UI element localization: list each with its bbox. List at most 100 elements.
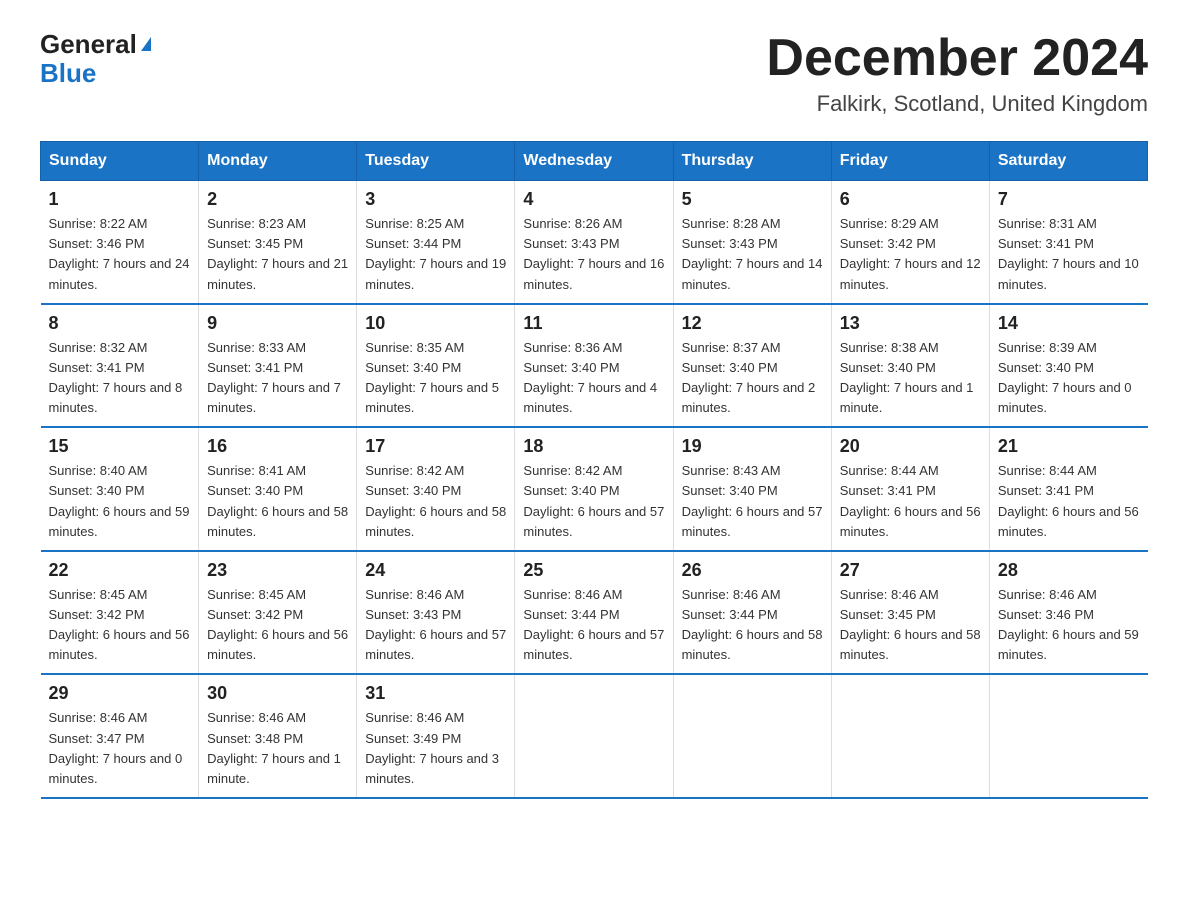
- day-number: 27: [840, 560, 981, 581]
- day-number: 18: [523, 436, 664, 457]
- day-number: 4: [523, 189, 664, 210]
- calendar-day-empty: [831, 674, 989, 798]
- calendar-day-4: 4 Sunrise: 8:26 AMSunset: 3:43 PMDaylight…: [515, 181, 673, 304]
- logo: General Blue: [40, 30, 151, 87]
- logo-triangle-icon: [141, 37, 151, 51]
- col-header-wednesday: Wednesday: [515, 142, 673, 181]
- day-info: Sunrise: 8:44 AMSunset: 3:41 PMDaylight:…: [998, 461, 1140, 542]
- logo-blue: Blue: [40, 59, 96, 88]
- day-number: 10: [365, 313, 506, 334]
- day-info: Sunrise: 8:43 AMSunset: 3:40 PMDaylight:…: [682, 461, 823, 542]
- page-header: General Blue December 2024 Falkirk, Scot…: [40, 30, 1148, 117]
- col-header-sunday: Sunday: [41, 142, 199, 181]
- calendar-day-7: 7 Sunrise: 8:31 AMSunset: 3:41 PMDaylight…: [989, 181, 1147, 304]
- day-number: 22: [49, 560, 191, 581]
- day-number: 17: [365, 436, 506, 457]
- day-info: Sunrise: 8:42 AMSunset: 3:40 PMDaylight:…: [523, 461, 664, 542]
- day-number: 7: [998, 189, 1140, 210]
- calendar-day-3: 3 Sunrise: 8:25 AMSunset: 3:44 PMDaylight…: [357, 181, 515, 304]
- calendar-day-30: 30Sunrise: 8:46 AMSunset: 3:48 PMDayligh…: [199, 674, 357, 798]
- day-info: Sunrise: 8:44 AMSunset: 3:41 PMDaylight:…: [840, 461, 981, 542]
- day-number: 24: [365, 560, 506, 581]
- day-info: Sunrise: 8:42 AMSunset: 3:40 PMDaylight:…: [365, 461, 506, 542]
- col-header-tuesday: Tuesday: [357, 142, 515, 181]
- calendar-week-row: 15 Sunrise: 8:40 AMSunset: 3:40 PMDayligh…: [41, 427, 1148, 551]
- calendar-day-8: 8 Sunrise: 8:32 AMSunset: 3:41 PMDaylight…: [41, 304, 199, 428]
- day-info: Sunrise: 8:38 AMSunset: 3:40 PMDaylight:…: [840, 338, 981, 419]
- day-info: Sunrise: 8:37 AMSunset: 3:40 PMDaylight:…: [682, 338, 823, 419]
- day-info: Sunrise: 8:45 AMSunset: 3:42 PMDaylight:…: [207, 585, 348, 666]
- calendar-day-12: 12 Sunrise: 8:37 AMSunset: 3:40 PMDayligh…: [673, 304, 831, 428]
- calendar-day-24: 24 Sunrise: 8:46 AMSunset: 3:43 PMDayligh…: [357, 551, 515, 675]
- calendar-day-27: 27Sunrise: 8:46 AMSunset: 3:45 PMDayligh…: [831, 551, 989, 675]
- calendar-day-9: 9 Sunrise: 8:33 AMSunset: 3:41 PMDaylight…: [199, 304, 357, 428]
- calendar-day-11: 11Sunrise: 8:36 AMSunset: 3:40 PMDayligh…: [515, 304, 673, 428]
- day-info: Sunrise: 8:46 AMSunset: 3:46 PMDaylight:…: [998, 585, 1140, 666]
- calendar-day-18: 18 Sunrise: 8:42 AMSunset: 3:40 PMDayligh…: [515, 427, 673, 551]
- day-number: 19: [682, 436, 823, 457]
- calendar-day-31: 31Sunrise: 8:46 AMSunset: 3:49 PMDayligh…: [357, 674, 515, 798]
- calendar-week-row: 22 Sunrise: 8:45 AMSunset: 3:42 PMDayligh…: [41, 551, 1148, 675]
- col-header-saturday: Saturday: [989, 142, 1147, 181]
- day-info: Sunrise: 8:46 AMSunset: 3:44 PMDaylight:…: [523, 585, 664, 666]
- day-info: Sunrise: 8:33 AMSunset: 3:41 PMDaylight:…: [207, 338, 348, 419]
- day-info: Sunrise: 8:36 AMSunset: 3:40 PMDaylight:…: [523, 338, 664, 419]
- calendar-day-20: 20 Sunrise: 8:44 AMSunset: 3:41 PMDayligh…: [831, 427, 989, 551]
- calendar-day-16: 16Sunrise: 8:41 AMSunset: 3:40 PMDayligh…: [199, 427, 357, 551]
- logo-general: General: [40, 30, 137, 59]
- day-info: Sunrise: 8:29 AMSunset: 3:42 PMDaylight:…: [840, 214, 981, 295]
- day-number: 21: [998, 436, 1140, 457]
- day-info: Sunrise: 8:40 AMSunset: 3:40 PMDaylight:…: [49, 461, 191, 542]
- day-number: 9: [207, 313, 348, 334]
- col-header-thursday: Thursday: [673, 142, 831, 181]
- calendar-day-23: 23 Sunrise: 8:45 AMSunset: 3:42 PMDayligh…: [199, 551, 357, 675]
- calendar-subtitle: Falkirk, Scotland, United Kingdom: [766, 91, 1148, 117]
- day-info: Sunrise: 8:23 AMSunset: 3:45 PMDaylight:…: [207, 214, 348, 295]
- day-info: Sunrise: 8:46 AMSunset: 3:43 PMDaylight:…: [365, 585, 506, 666]
- calendar-day-1: 1Sunrise: 8:22 AMSunset: 3:46 PMDaylight…: [41, 181, 199, 304]
- calendar-week-row: 29 Sunrise: 8:46 AMSunset: 3:47 PMDayligh…: [41, 674, 1148, 798]
- day-number: 20: [840, 436, 981, 457]
- day-info: Sunrise: 8:39 AMSunset: 3:40 PMDaylight:…: [998, 338, 1140, 419]
- day-number: 8: [49, 313, 191, 334]
- calendar-day-19: 19 Sunrise: 8:43 AMSunset: 3:40 PMDayligh…: [673, 427, 831, 551]
- day-number: 3: [365, 189, 506, 210]
- day-number: 25: [523, 560, 664, 581]
- day-number: 30: [207, 683, 348, 704]
- day-info: Sunrise: 8:25 AMSunset: 3:44 PMDaylight:…: [365, 214, 506, 295]
- calendar-day-empty: [989, 674, 1147, 798]
- day-info: Sunrise: 8:41 AMSunset: 3:40 PMDaylight:…: [207, 461, 348, 542]
- col-header-monday: Monday: [199, 142, 357, 181]
- day-info: Sunrise: 8:31 AMSunset: 3:41 PMDaylight:…: [998, 214, 1140, 295]
- calendar-day-empty: [673, 674, 831, 798]
- calendar-header-row: SundayMondayTuesdayWednesdayThursdayFrid…: [41, 142, 1148, 181]
- calendar-week-row: 1Sunrise: 8:22 AMSunset: 3:46 PMDaylight…: [41, 181, 1148, 304]
- calendar-day-empty: [515, 674, 673, 798]
- calendar-day-25: 25 Sunrise: 8:46 AMSunset: 3:44 PMDayligh…: [515, 551, 673, 675]
- calendar-day-14: 14 Sunrise: 8:39 AMSunset: 3:40 PMDayligh…: [989, 304, 1147, 428]
- day-info: Sunrise: 8:22 AMSunset: 3:46 PMDaylight:…: [49, 214, 191, 295]
- day-info: Sunrise: 8:32 AMSunset: 3:41 PMDaylight:…: [49, 338, 191, 419]
- calendar-day-5: 5 Sunrise: 8:28 AMSunset: 3:43 PMDaylight…: [673, 181, 831, 304]
- day-number: 23: [207, 560, 348, 581]
- calendar-day-15: 15 Sunrise: 8:40 AMSunset: 3:40 PMDayligh…: [41, 427, 199, 551]
- day-number: 14: [998, 313, 1140, 334]
- day-number: 5: [682, 189, 823, 210]
- day-info: Sunrise: 8:26 AMSunset: 3:43 PMDaylight:…: [523, 214, 664, 295]
- calendar-day-2: 2 Sunrise: 8:23 AMSunset: 3:45 PMDaylight…: [199, 181, 357, 304]
- calendar-day-6: 6Sunrise: 8:29 AMSunset: 3:42 PMDaylight…: [831, 181, 989, 304]
- day-number: 15: [49, 436, 191, 457]
- day-info: Sunrise: 8:46 AMSunset: 3:44 PMDaylight:…: [682, 585, 823, 666]
- calendar-day-10: 10Sunrise: 8:35 AMSunset: 3:40 PMDayligh…: [357, 304, 515, 428]
- day-number: 29: [49, 683, 191, 704]
- day-info: Sunrise: 8:46 AMSunset: 3:47 PMDaylight:…: [49, 708, 191, 789]
- calendar-day-29: 29 Sunrise: 8:46 AMSunset: 3:47 PMDayligh…: [41, 674, 199, 798]
- calendar-day-22: 22Sunrise: 8:45 AMSunset: 3:42 PMDayligh…: [41, 551, 199, 675]
- day-number: 2: [207, 189, 348, 210]
- title-block: December 2024 Falkirk, Scotland, United …: [766, 30, 1148, 117]
- calendar-table: SundayMondayTuesdayWednesdayThursdayFrid…: [40, 141, 1148, 799]
- calendar-day-28: 28Sunrise: 8:46 AMSunset: 3:46 PMDayligh…: [989, 551, 1147, 675]
- calendar-day-21: 21 Sunrise: 8:44 AMSunset: 3:41 PMDayligh…: [989, 427, 1147, 551]
- day-info: Sunrise: 8:28 AMSunset: 3:43 PMDaylight:…: [682, 214, 823, 295]
- day-number: 12: [682, 313, 823, 334]
